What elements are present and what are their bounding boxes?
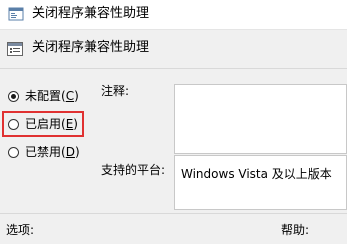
supported-platform-label: 支持的平台: <box>101 163 166 177</box>
enabled-option-highlight <box>2 111 84 137</box>
supported-platform-box: Windows Vista 及以上版本 <box>174 155 347 210</box>
window-title: 关闭程序兼容性助理 <box>32 6 150 21</box>
help-label: 帮助: <box>281 223 310 237</box>
bottom-divider <box>0 213 347 214</box>
comment-textarea[interactable] <box>174 84 347 154</box>
radio-disabled[interactable]: 已禁用(D) <box>8 142 80 162</box>
supported-platform-value: Windows Vista 及以上版本 <box>181 167 332 181</box>
policy-settings-icon <box>7 41 23 57</box>
options-label: 选项: <box>6 223 35 237</box>
policy-header: 关闭程序兼容性助理 <box>0 30 347 64</box>
radio-not-configured-label: 未配置(C) <box>25 89 79 103</box>
header-divider <box>0 68 347 69</box>
radio-not-configured-circle[interactable] <box>8 90 19 102</box>
title-bar: 关闭程序兼容性助理 <box>0 0 347 30</box>
policy-name: 关闭程序兼容性助理 <box>32 40 150 55</box>
radio-disabled-label: 已禁用(D) <box>25 145 80 159</box>
comment-label: 注释: <box>101 84 130 98</box>
radio-not-configured[interactable]: 未配置(C) <box>8 86 79 106</box>
policy-window-icon <box>8 6 24 22</box>
radio-disabled-circle[interactable] <box>8 146 19 158</box>
